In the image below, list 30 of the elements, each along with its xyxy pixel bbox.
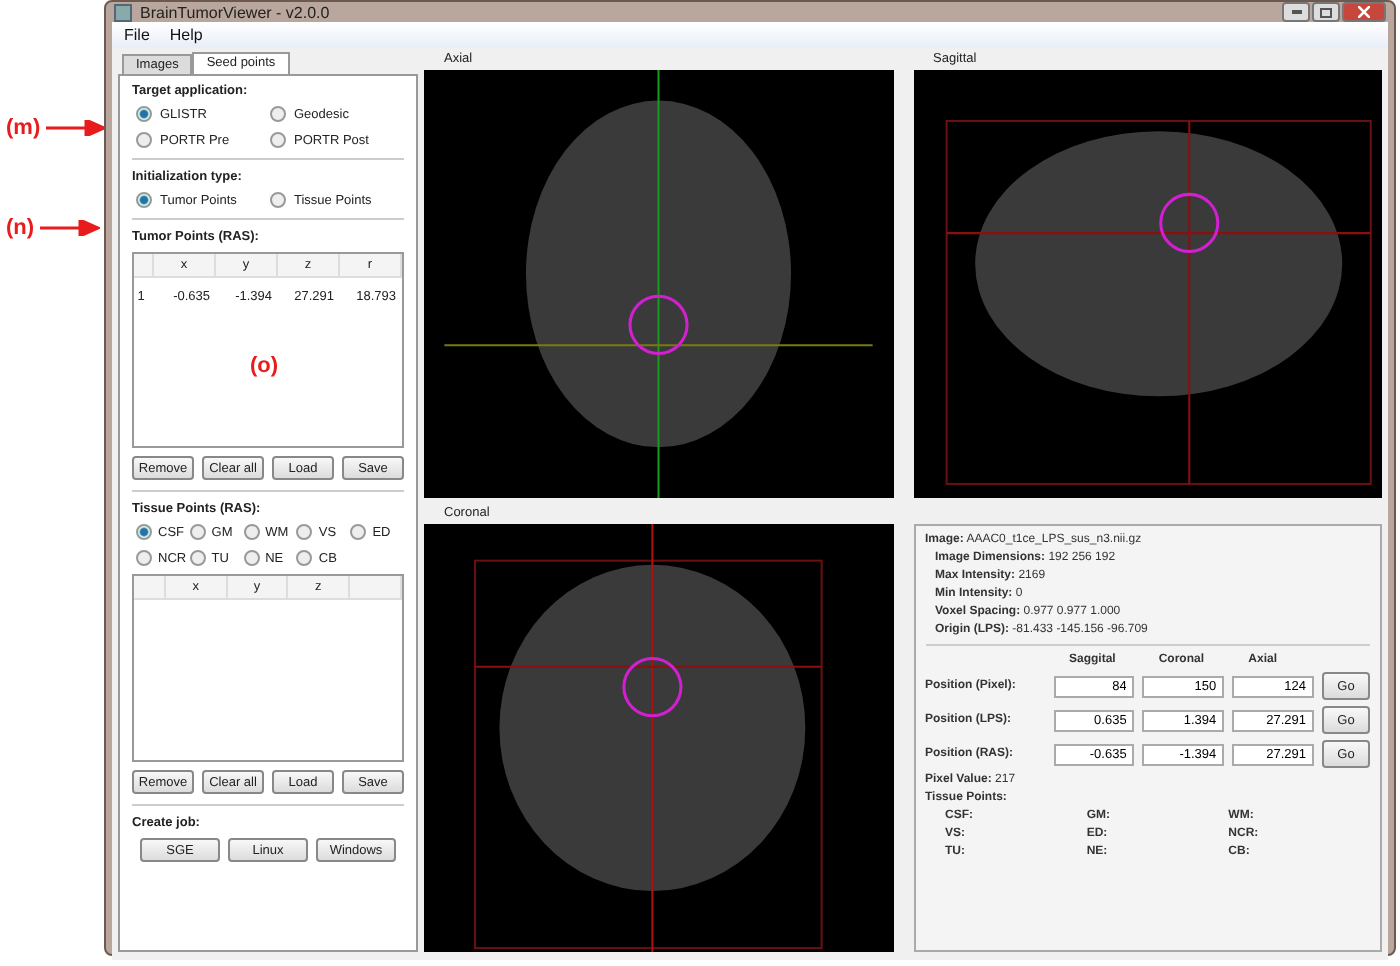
radio-button[interactable] [270, 192, 286, 208]
radio-button[interactable] [136, 550, 152, 566]
close-icon [1358, 6, 1370, 18]
radio-button[interactable] [296, 550, 313, 566]
radio-button[interactable] [243, 524, 260, 540]
minimize-button[interactable] [1282, 2, 1310, 22]
annotation-label: (m) [6, 116, 41, 140]
annotation-label: (n) [6, 216, 35, 240]
radio-button[interactable] [136, 524, 152, 540]
menu-item[interactable]: Help [169, 26, 203, 44]
radio-button[interactable] [136, 132, 152, 148]
radio-button[interactable] [136, 192, 152, 208]
radio-button[interactable] [189, 550, 206, 566]
maximize-icon [1320, 7, 1332, 17]
radio-button[interactable] [270, 132, 286, 148]
radio-button[interactable] [189, 524, 206, 540]
arrow-icon [46, 120, 107, 136]
radio-button[interactable] [243, 550, 260, 566]
close-button[interactable] [1342, 2, 1386, 22]
window-title: BrainTumorViewer - v2.0.0 [140, 3, 332, 21]
radio-button[interactable] [270, 106, 286, 122]
radio-button[interactable] [350, 524, 367, 540]
arrow-icon [40, 220, 101, 236]
radio-button[interactable] [136, 106, 152, 122]
maximize-button[interactable] [1312, 2, 1340, 22]
menu-item[interactable]: File [124, 26, 150, 44]
minimize-icon [1291, 10, 1301, 14]
app-icon [114, 3, 132, 21]
radio-button[interactable] [296, 524, 313, 540]
annotation-label: (o) [250, 354, 279, 378]
